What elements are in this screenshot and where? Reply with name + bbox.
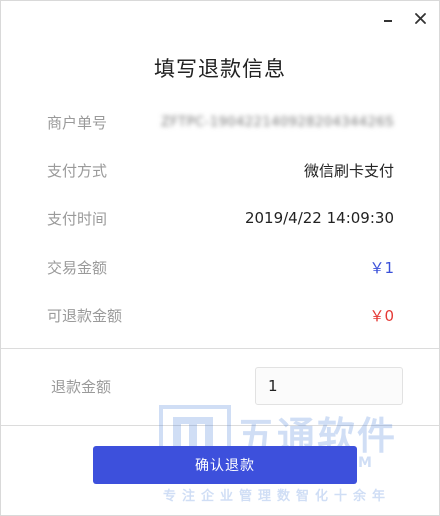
transaction-amount-label: 交易金额 <box>47 258 108 277</box>
merchant-order-value: ZFTPC-19042214092820434426S <box>161 114 394 130</box>
detail-row-transaction-amount: 交易金额 ￥1 <box>47 255 394 279</box>
refundable-amount-label: 可退款金额 <box>47 306 123 325</box>
window-controls <box>379 9 429 27</box>
dialog-title: 填写退款信息 <box>154 57 286 81</box>
refund-amount-row: 退款金额 <box>47 366 403 406</box>
close-icon <box>414 12 426 24</box>
payment-time-label: 支付时间 <box>47 209 108 228</box>
payment-method-label: 支付方式 <box>47 161 108 180</box>
watermark-slogan: 专注企业管理数智化十余年 <box>163 489 392 504</box>
refund-dialog: 填写退款信息 商户单号 ZFTPC-19042214092820434426S … <box>0 0 440 516</box>
detail-row-payment-method: 支付方式 微信刷卡支付 <box>47 158 394 182</box>
refund-amount-input[interactable] <box>255 367 403 405</box>
merchant-order-label: 商户单号 <box>47 113 108 132</box>
confirm-refund-button[interactable]: 确认退款 <box>93 446 357 484</box>
divider-bottom <box>1 425 439 426</box>
refund-amount-label: 退款金额 <box>51 377 112 396</box>
close-button[interactable] <box>411 9 429 27</box>
detail-row-payment-time: 支付时间 2019/4/22 14:09:30 <box>47 206 394 230</box>
payment-time-value: 2019/4/22 14:09:30 <box>244 209 394 227</box>
divider-top <box>1 348 439 349</box>
detail-row-merchant-order: 商户单号 ZFTPC-19042214092820434426S <box>47 110 394 134</box>
transaction-amount-value: ￥1 <box>369 258 394 277</box>
refundable-amount-value: ￥0 <box>369 306 394 325</box>
minimize-icon <box>383 13 393 23</box>
payment-method-value: 微信刷卡支付 <box>303 161 394 180</box>
minimize-button[interactable] <box>379 9 397 27</box>
detail-row-refundable-amount: 可退款金额 ￥0 <box>47 303 394 327</box>
